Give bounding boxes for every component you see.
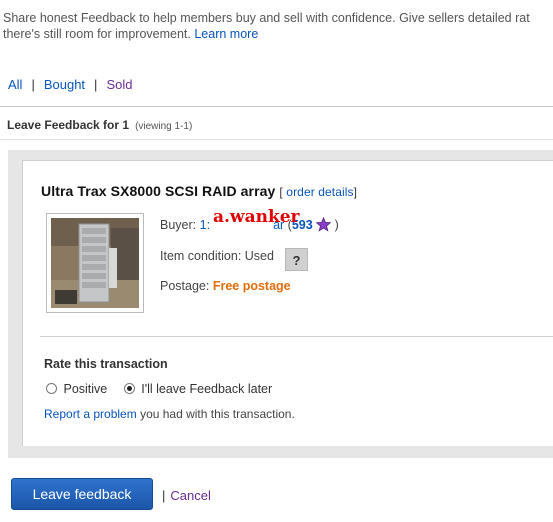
condition-help-button[interactable]: ? (285, 248, 308, 271)
page-title-text: Leave Feedback for 1 (7, 118, 130, 132)
rating-options: Positive I'll leave Feedback later (46, 382, 272, 396)
feedback-filter-nav: All | Bought | Sold (8, 77, 132, 92)
filter-separator: | (94, 77, 98, 92)
condition-label: Item condition: (160, 249, 242, 263)
divider (0, 106, 553, 107)
raid-array-photo-icon (51, 218, 139, 308)
viewing-count: (viewing 1-1) (135, 121, 193, 132)
buyer-label: Buyer: (160, 218, 197, 232)
leave-feedback-button[interactable]: Leave feedback (11, 478, 153, 510)
intro-text: Share honest Feedback to help members bu… (3, 10, 553, 42)
item-title-row: Ultra Trax SX8000 SCSI RAID array [ orde… (41, 183, 357, 199)
filter-sold-link[interactable]: Sold (106, 77, 132, 92)
filter-bought-link[interactable]: Bought (44, 77, 85, 92)
order-details-bracket: [ order details] (279, 185, 357, 199)
later-radio[interactable] (123, 383, 135, 394)
intro-line-1: Share honest Feedback to help members bu… (3, 11, 530, 25)
learn-more-link[interactable]: Learn more (194, 27, 258, 41)
report-problem-text: you had with this transaction. (140, 407, 295, 421)
cancel-link[interactable]: Cancel (170, 488, 210, 503)
positive-option[interactable]: Positive (46, 382, 111, 396)
positive-label: Positive (63, 382, 108, 396)
star-icon[interactable] (315, 216, 332, 232)
later-option[interactable]: I'll leave Feedback later (123, 382, 273, 396)
intro-line-2-text: there's still room for improvement. (3, 27, 191, 41)
bracket-open: [ (279, 185, 283, 199)
item-condition: Item condition: Used (160, 249, 274, 263)
order-details-link[interactable]: order details (286, 185, 353, 199)
divider (40, 336, 553, 337)
item-title: Ultra Trax SX8000 SCSI RAID array (41, 183, 276, 199)
handwritten-overlay-text: a.wanker (213, 207, 300, 227)
later-label: I'll leave Feedback later (141, 382, 273, 396)
condition-value: Used (244, 249, 274, 263)
report-problem-row: Report a problem you had with this trans… (44, 407, 295, 421)
intro-line-2: there's still room for improvement. Lear… (3, 26, 553, 42)
buyer-id-start: 1: (199, 218, 211, 232)
item-thumbnail[interactable] (46, 213, 144, 313)
postage-label: Postage: (160, 279, 210, 293)
positive-radio[interactable] (46, 383, 57, 394)
item-postage: Postage: Free postage (160, 279, 291, 293)
filter-separator: | (31, 77, 35, 92)
divider (0, 139, 553, 140)
rate-transaction-heading: Rate this transaction (44, 357, 168, 371)
postage-value: Free postage (212, 279, 291, 293)
item-photo (51, 218, 139, 308)
cancel-row: | Cancel (162, 488, 211, 503)
filter-all-link[interactable]: All (8, 77, 22, 92)
page-title: Leave Feedback for 1 (viewing 1-1) (7, 118, 192, 132)
buyer-paren-close: ) (334, 218, 339, 232)
bracket-close: ] (353, 185, 358, 199)
cancel-separator: | (162, 488, 166, 503)
report-problem-link[interactable]: Report a problem (44, 407, 137, 421)
